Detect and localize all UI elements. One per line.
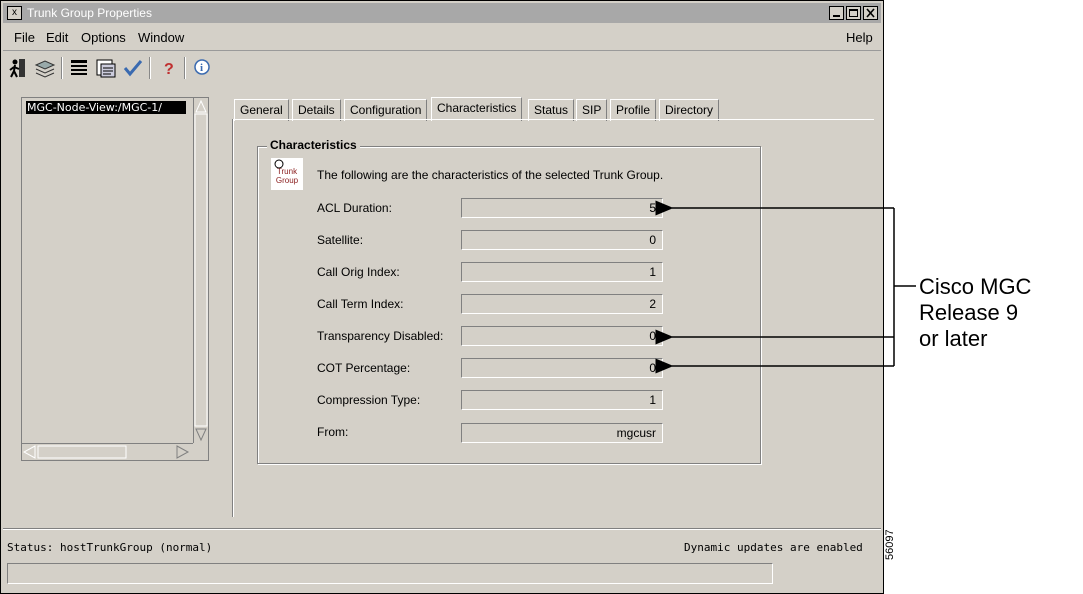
- from-label: From:: [317, 425, 349, 439]
- menu-window[interactable]: Window: [138, 30, 184, 45]
- tree-panel: MGC-Node-View:/MGC-1/: [21, 97, 209, 461]
- window-menu-icon[interactable]: x: [7, 6, 22, 20]
- scroll-right-icon: [176, 445, 190, 459]
- trunk-group-icon: Trunk Group: [271, 158, 303, 190]
- info-button[interactable]: i: [190, 56, 214, 80]
- characteristics-description: The following are the characteristics of…: [317, 168, 664, 182]
- close-icon: [866, 8, 875, 18]
- cot-percentage-label: COT Percentage:: [317, 361, 411, 375]
- close-button[interactable]: [863, 6, 878, 20]
- maximize-button[interactable]: [846, 6, 861, 20]
- properties-button[interactable]: [94, 56, 118, 80]
- tab-details[interactable]: Details: [292, 99, 341, 121]
- svg-text:i: i: [200, 62, 203, 74]
- compression-type-label: Compression Type:: [317, 393, 421, 407]
- figure-number: 56097: [884, 529, 896, 560]
- layers-icon: [34, 60, 56, 78]
- call-orig-index-label: Call Orig Index:: [317, 265, 400, 279]
- tab-characteristics[interactable]: Characteristics: [431, 97, 523, 121]
- tree-horizontal-scrollbar[interactable]: [22, 443, 193, 460]
- window-title: Trunk Group Properties: [27, 6, 152, 20]
- release-callout-text: Cisco MGC Release 9 or later: [919, 274, 1032, 351]
- dynamic-updates-status: Dynamic updates are enabled: [684, 541, 863, 554]
- menu-edit[interactable]: Edit: [46, 30, 68, 45]
- scroll-down-icon: [195, 428, 207, 442]
- tab-configuration[interactable]: Configuration: [344, 99, 428, 121]
- satellite-field[interactable]: 0: [461, 230, 663, 250]
- tree-vertical-scrollbar[interactable]: [193, 98, 208, 443]
- menu-file[interactable]: File: [14, 30, 35, 45]
- svg-text:?: ?: [164, 61, 174, 78]
- scroll-up-icon: [195, 99, 207, 113]
- menu-options[interactable]: Options: [81, 30, 126, 45]
- check-icon: [123, 60, 143, 77]
- tree-item-mgc-node-view[interactable]: MGC-Node-View:/MGC-1/: [26, 101, 186, 114]
- call-term-index-label: Call Term Index:: [317, 297, 404, 311]
- cot-percentage-field[interactable]: 0: [461, 358, 663, 378]
- tab-profile[interactable]: Profile: [610, 99, 657, 121]
- tab-general[interactable]: General: [234, 99, 289, 121]
- tab-status[interactable]: Status: [528, 99, 575, 121]
- minimize-button[interactable]: [829, 6, 844, 20]
- transparency-disabled-field[interactable]: 0: [461, 326, 663, 346]
- call-orig-index-field[interactable]: 1: [461, 262, 663, 282]
- list-view-button[interactable]: [67, 56, 91, 80]
- info-icon: i: [194, 59, 210, 75]
- list-icon: [71, 60, 87, 75]
- layers-button[interactable]: [33, 56, 57, 80]
- tab-sip[interactable]: SIP: [576, 99, 608, 121]
- menu-bar: File Edit Options Window Help: [3, 25, 881, 51]
- exit-button[interactable]: [6, 56, 30, 80]
- tab-directory[interactable]: Directory: [659, 99, 720, 121]
- tab-bar: General Details Configuration Characteri…: [234, 97, 874, 121]
- properties-icon: [96, 59, 116, 78]
- from-field[interactable]: mgcusr: [461, 423, 663, 443]
- exit-icon: [9, 59, 25, 78]
- help-icon: ?: [164, 61, 174, 78]
- satellite-label: Satellite:: [317, 233, 364, 247]
- call-term-index-field[interactable]: 2: [461, 294, 663, 314]
- toolbar: ? i: [3, 53, 881, 85]
- apply-button[interactable]: [121, 56, 145, 80]
- status-text: Status: hostTrunkGroup (normal): [7, 541, 213, 554]
- characteristics-group-title: Characteristics: [267, 138, 360, 152]
- minimize-icon: [833, 15, 840, 17]
- acl-duration-label: ACL Duration:: [317, 201, 392, 215]
- help-button[interactable]: ?: [156, 56, 180, 80]
- acl-duration-field[interactable]: 5: [461, 198, 663, 218]
- maximize-icon: [849, 9, 858, 17]
- scroll-left-icon: [22, 445, 36, 459]
- title-bar[interactable]: x Trunk Group Properties: [3, 3, 881, 23]
- trunk-group-properties-window: x Trunk Group Properties File Edit Optio…: [0, 0, 884, 594]
- transparency-disabled-label: Transparency Disabled:: [317, 329, 444, 343]
- status-progress-well: [7, 563, 773, 584]
- menu-help[interactable]: Help: [846, 30, 873, 45]
- compression-type-field[interactable]: 1: [461, 390, 663, 410]
